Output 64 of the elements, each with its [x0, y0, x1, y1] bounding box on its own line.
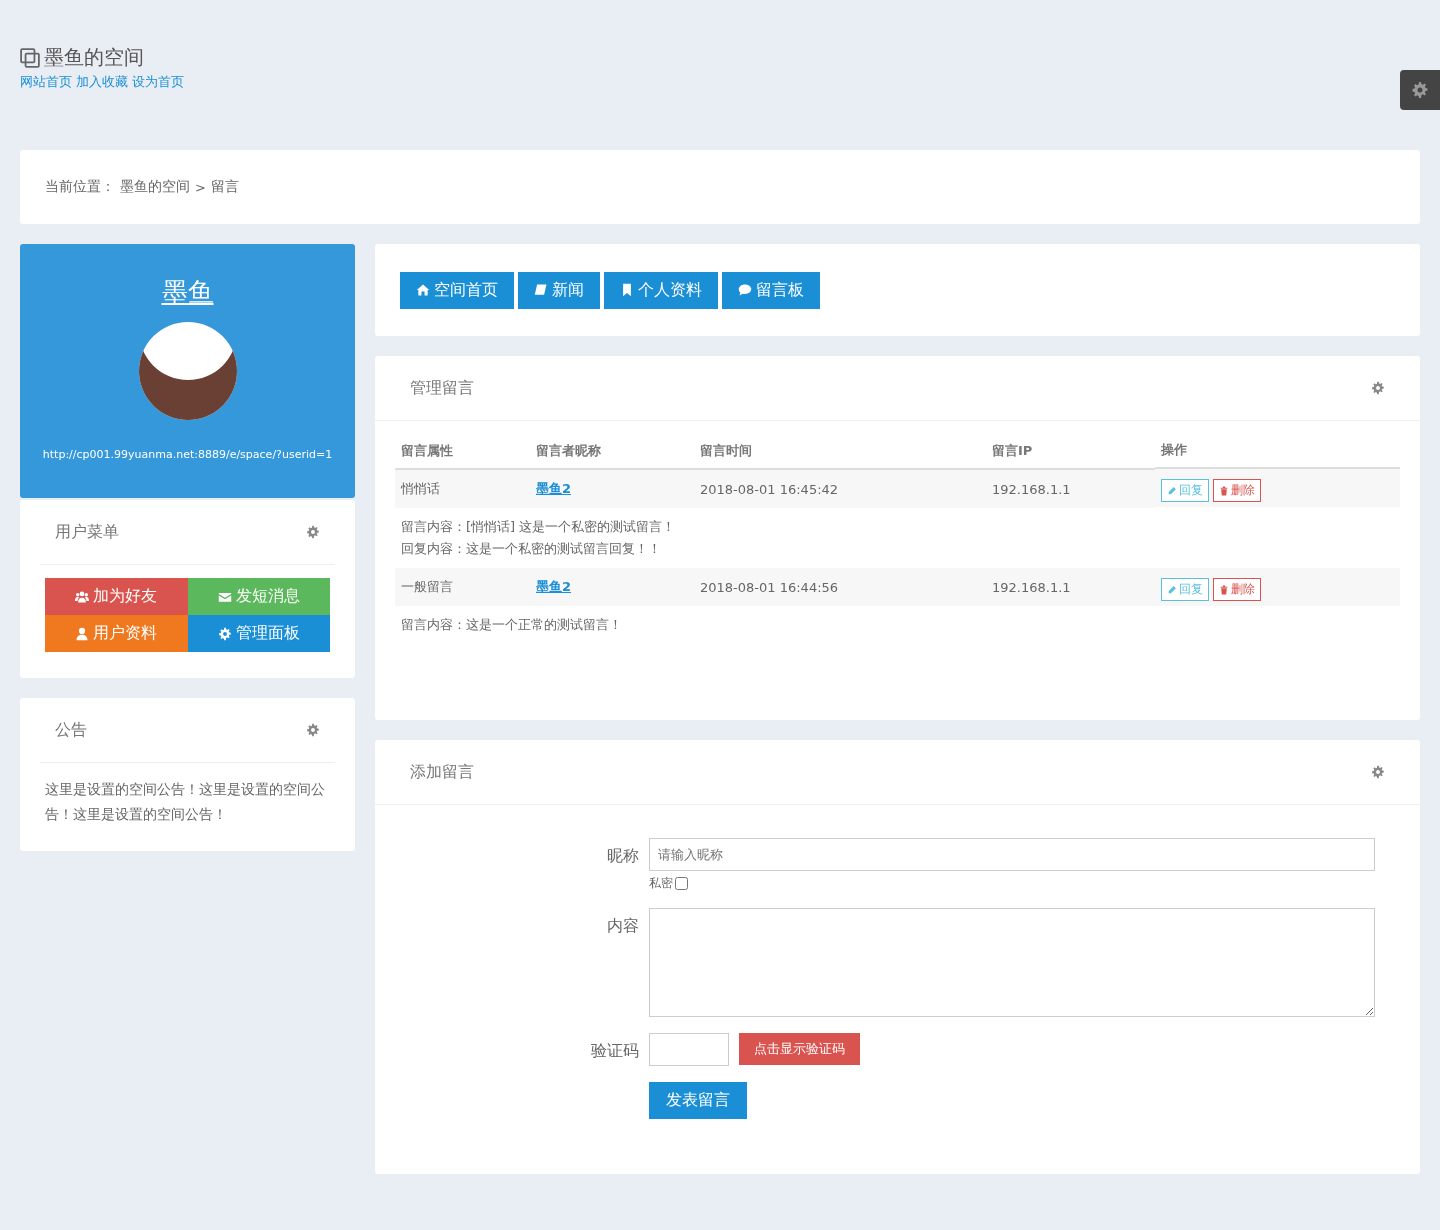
speech-bubble-icon [738, 283, 752, 297]
nav-tab[interactable]: 新闻 [518, 271, 600, 309]
settings-icon [217, 626, 232, 641]
menu-button[interactable]: 发短消息 [187, 578, 330, 615]
nav-tab[interactable]: 个人资料 [604, 271, 718, 309]
menu-button[interactable]: 加为好友 [45, 578, 188, 615]
nickname-link[interactable]: 墨鱼2 [536, 579, 572, 594]
table-cell: 一般留言 [395, 568, 530, 606]
windows-icon [20, 47, 40, 68]
bookmark-icon [620, 283, 634, 297]
user-icon [75, 626, 90, 641]
table-cell: 2018-08-01 16:44:56 [694, 568, 986, 606]
home-icon [416, 283, 430, 297]
message-text: 留言内容：这是一个正常的测试留言！ [401, 616, 623, 634]
nickname-link[interactable]: 墨鱼2 [536, 481, 572, 496]
message-text: 回复内容：这是一个私密的测试留言回复！！ [401, 540, 662, 558]
panel-title: 管理留言 [410, 377, 474, 399]
site-title: 墨鱼的空间 [44, 44, 144, 71]
panel-title: 添加留言 [410, 761, 474, 783]
users-icon [75, 589, 90, 604]
settings-tab[interactable] [1400, 70, 1440, 110]
nav-tab[interactable]: 空间首页 [400, 271, 514, 309]
table-cell: 192.168.1.1 [986, 469, 1155, 508]
profile-name-link[interactable]: 墨鱼 [161, 274, 214, 310]
captcha-input[interactable] [649, 1033, 729, 1066]
settings-icon [1411, 81, 1429, 99]
private-checkbox[interactable] [675, 877, 688, 890]
settings-icon [306, 525, 320, 539]
field-label: 内容 [606, 915, 639, 937]
nav-tab[interactable]: 留言板 [722, 271, 820, 309]
pencil-icon [1167, 584, 1177, 595]
delete-button[interactable]: 删除 [1213, 578, 1261, 601]
settings-icon [1371, 381, 1385, 395]
checkbox-label: 私密 [649, 875, 673, 892]
table-cell: 悄悄话 [395, 469, 530, 508]
message-text: 留言内容：[悄悄话] 这是一个私密的测试留言！ [401, 518, 677, 536]
breadcrumb-separator: > [195, 179, 206, 195]
header-link[interactable]: 加入收藏 [76, 73, 128, 91]
panel-title: 用户菜单 [55, 521, 119, 543]
menu-button[interactable]: 管理面板 [187, 615, 330, 652]
field-label: 昵称 [606, 845, 639, 867]
reply-button[interactable]: 回复 [1161, 479, 1209, 502]
table-cell: 2018-08-01 16:45:42 [694, 469, 986, 508]
trash-icon [1219, 485, 1229, 496]
breadcrumb-link[interactable]: 留言 [210, 178, 239, 196]
table-cell: 192.168.1.1 [986, 568, 1155, 606]
field-label: 验证码 [590, 1040, 639, 1062]
breadcrumb-link[interactable]: 墨鱼的空间 [120, 178, 190, 196]
show-captcha-button[interactable]: 点击显示验证码 [739, 1033, 860, 1065]
trash-icon [1219, 584, 1229, 595]
reply-button[interactable]: 回复 [1161, 578, 1209, 601]
menu-button[interactable]: 用户资料 [45, 615, 188, 652]
notice-text: 这里是设置的空间公告！这里是设置的空间公告！这里是设置的空间公告！ [45, 780, 326, 824]
submit-button[interactable]: 发表留言 [649, 1082, 747, 1119]
breadcrumb-label: 当前位置： [45, 178, 115, 196]
header-link[interactable]: 网站首页 [20, 73, 72, 91]
nickname-input[interactable]: 请输入昵称 [649, 838, 1375, 871]
settings-icon [1371, 765, 1385, 779]
profile-url: http://cp001.99yuanma.net:8889/e/space/?userid=1 [42, 448, 333, 461]
panel-title: 公告 [55, 719, 87, 741]
pencil-icon [1167, 485, 1177, 496]
delete-button[interactable]: 删除 [1213, 479, 1261, 502]
header-link[interactable]: 设为首页 [132, 73, 184, 91]
settings-icon [306, 723, 320, 737]
